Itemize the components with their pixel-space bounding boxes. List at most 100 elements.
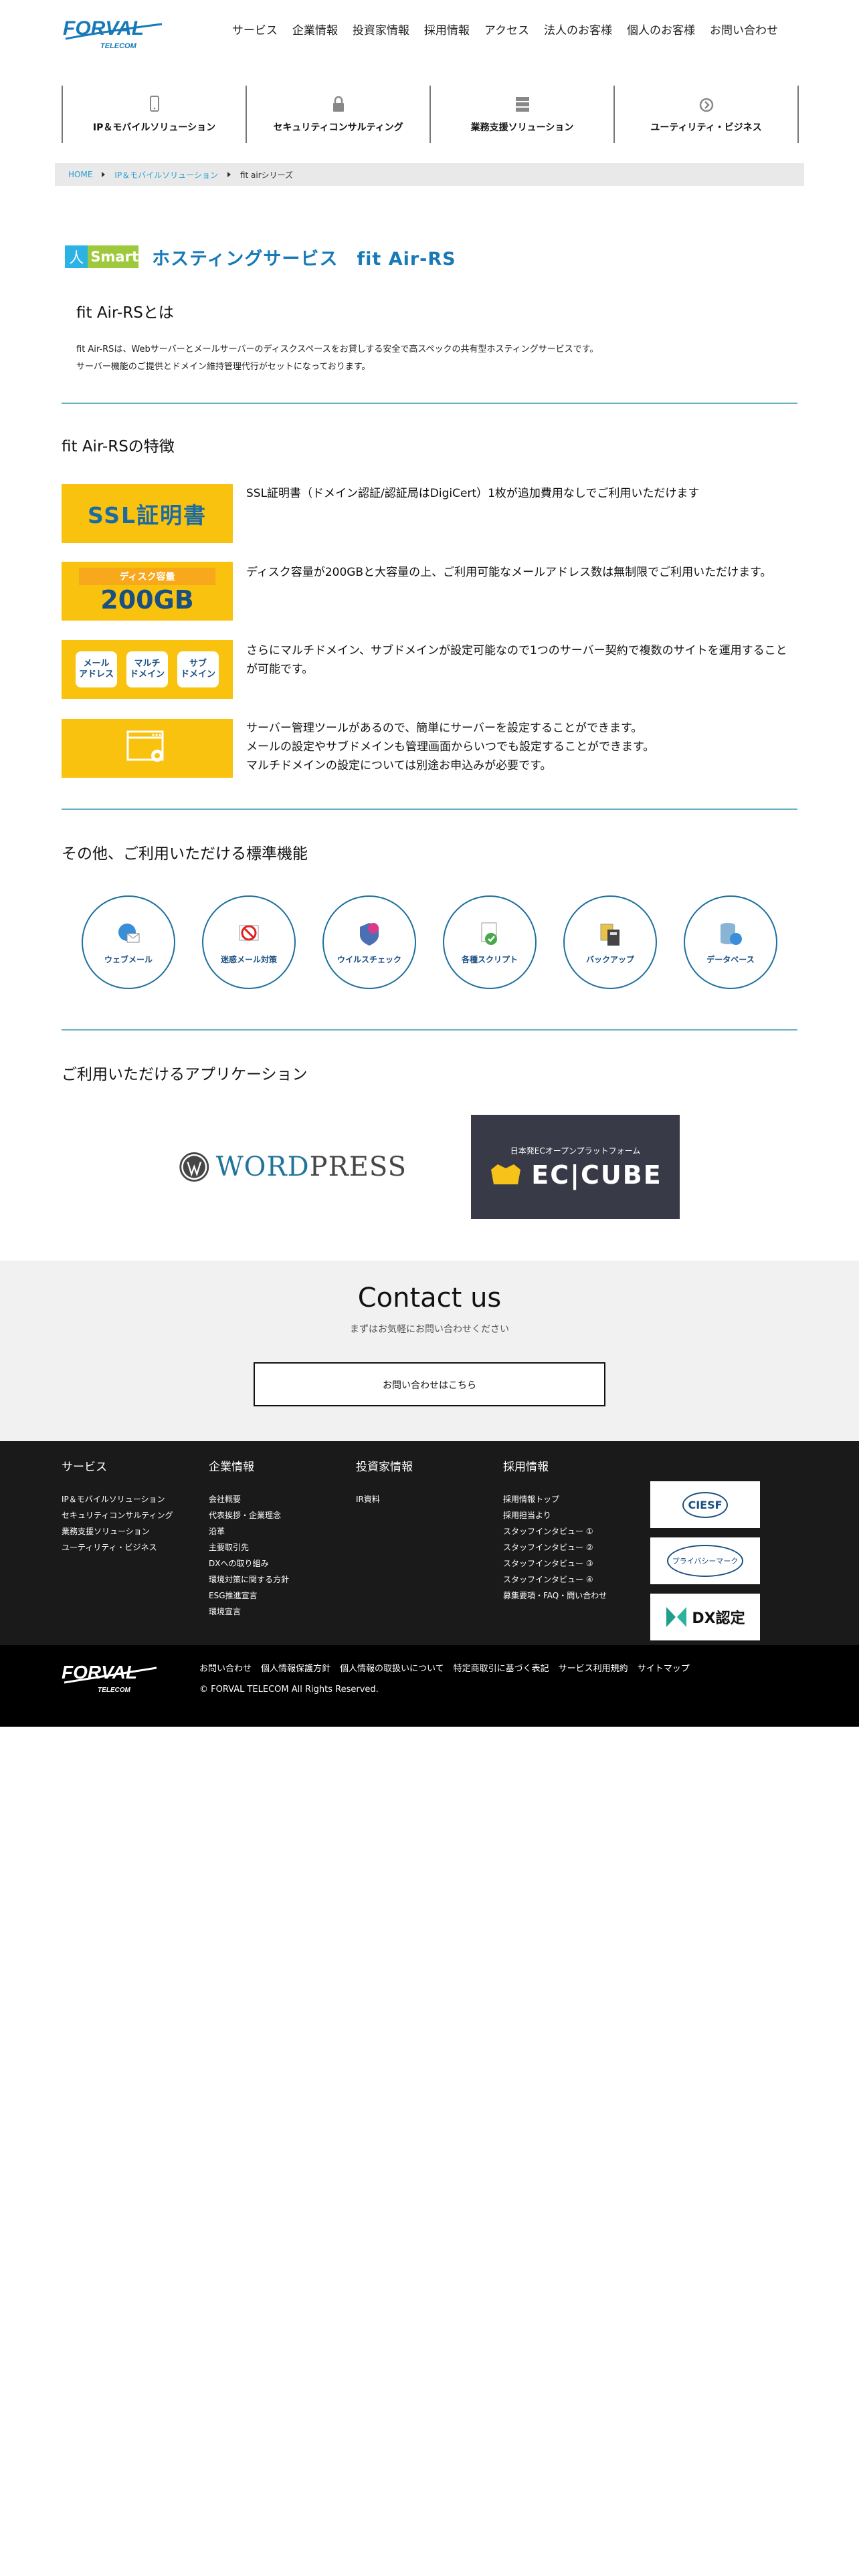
category-utility[interactable]: ユーティリティ・ビジネス — [613, 86, 799, 143]
footer-col-title: サービス — [62, 1461, 107, 1474]
footer-link[interactable]: DXへの取り組み — [209, 1555, 356, 1572]
function-label: ウェブメール — [104, 954, 153, 964]
footer-col-ir: 投資家情報 IR資料 — [356, 1457, 503, 1640]
footer-link[interactable]: セキュリティコンサルティング — [62, 1507, 209, 1523]
nav-company[interactable]: 企業情報 — [285, 23, 345, 39]
disk-label: ディスク容量 — [79, 568, 215, 585]
feature-line: サーバー管理ツールがあるので、簡単にサーバーを設定することができます。 — [246, 722, 643, 735]
bottom-link[interactable]: サービス利用規約 — [559, 1661, 628, 1674]
nav-contact[interactable]: お問い合わせ — [702, 23, 785, 39]
breadcrumb-parent[interactable]: IP＆モバイルソリューション — [114, 169, 218, 181]
eccube-crown-icon — [491, 1164, 521, 1184]
smart-badge-label: Smart — [88, 245, 138, 268]
footer-link[interactable]: 代表挨拶・企業理念 — [209, 1507, 356, 1523]
pill-mail-address: メール アドレス — [76, 651, 117, 687]
feature-line: さらにマルチドメイン、サブドメインが設定可能なので1つのサーバー契約で複数のサイ… — [246, 644, 787, 676]
badge-label: DX認定 — [692, 1610, 745, 1627]
footer-link[interactable]: 環境対策に関する方針 — [209, 1572, 356, 1588]
browser-gear-icon — [126, 730, 164, 762]
contact-section: Contact us まずはお気軽にお問い合わせください お問い合わせはこちら — [0, 1261, 859, 1441]
footer-link[interactable]: スタッフインタビュー ② — [503, 1539, 650, 1555]
category-business-support[interactable]: 業務支援ソリューション — [430, 86, 615, 143]
page-title: ホスティングサービス fit Air-RS — [152, 248, 456, 270]
footer-link[interactable]: 採用情報トップ — [503, 1491, 650, 1507]
footer-col-company: 企業情報 会社概要 代表挨拶・企業理念 沿革 主要取引先 DXへの取り組み 環境… — [209, 1457, 356, 1640]
footer-link[interactable]: スタッフインタビュー ④ — [503, 1572, 650, 1588]
intro-heading: fit Air-RSとは — [76, 304, 174, 322]
utility-icon — [699, 98, 713, 112]
footer-link[interactable]: ユーティリティ・ビジネス — [62, 1539, 209, 1555]
database-icon — [721, 922, 742, 945]
footer-link[interactable]: 業務支援ソリューション — [62, 1523, 209, 1539]
eccube-name: EC|CUBE — [531, 1160, 662, 1190]
forval-logo[interactable]: FORVAL TELECOM — [62, 12, 169, 52]
footer-link[interactable]: IR資料 — [356, 1491, 503, 1507]
nav-service[interactable]: サービス — [225, 23, 285, 39]
feature-ssl: SSL証明書 SSL証明書（ドメイン認証/認証局はDigiCert）1枚が追加費… — [62, 484, 797, 543]
ssl-image-text: SSL証明書 — [87, 502, 207, 528]
footer-col-service: サービス IP＆モバイルソリューション セキュリティコンサルティング 業務支援ソ… — [62, 1457, 209, 1640]
site-footer: サービス IP＆モバイルソリューション セキュリティコンサルティング 業務支援ソ… — [0, 1441, 859, 1645]
wordpress-logo: WORDPRESS — [179, 1115, 407, 1219]
bottom-link[interactable]: お問い合わせ — [199, 1661, 252, 1674]
page-title-row: 人 Smart ホスティングサービス fit Air-RS — [58, 243, 801, 270]
nav-business[interactable]: 法人のお客様 — [537, 23, 619, 39]
footer-link[interactable]: スタッフインタビュー ① — [503, 1523, 650, 1539]
feature-line: ディスク容量が200GBと大容量の上、ご利用可能なメールアドレス数は無制限でご利… — [246, 566, 772, 579]
footer-link[interactable]: スタッフインタビュー ③ — [503, 1555, 650, 1572]
backup-icon — [600, 924, 619, 946]
nav-recruit[interactable]: 採用情報 — [417, 23, 477, 39]
bottom-link[interactable]: 個人情報保護方針 — [261, 1661, 330, 1674]
section-divider — [62, 809, 797, 810]
footer-col-title: 採用情報 — [503, 1461, 549, 1474]
apps-list: WORDPRESS 日本発ECオープンプラットフォーム EC|CUBE — [62, 1115, 797, 1219]
standard-heading: その他、ご利用いただける標準機能 — [62, 845, 308, 863]
function-label: バックアップ — [585, 954, 634, 964]
feature-disk: ディスク容量 200GB ディスク容量が200GBと大容量の上、ご利用可能なメー… — [62, 562, 797, 621]
category-security[interactable]: セキュリティコンサルティング — [246, 86, 431, 143]
bottom-link[interactable]: 個人情報の取扱いについて — [340, 1661, 444, 1674]
feature-text: ディスク容量が200GBと大容量の上、ご利用可能なメールアドレス数は無制限でご利… — [246, 562, 771, 621]
dx-certified-badge[interactable]: DX認定 — [650, 1594, 760, 1640]
breadcrumb: HOME IP＆モバイルソリューション fit airシリーズ — [55, 163, 804, 186]
ciesf-badge[interactable]: CIESF — [650, 1481, 760, 1528]
footer-bottom: FORVAL TELECOM お問い合わせ 個人情報保護方針 個人情報の取扱いに… — [0, 1645, 859, 1727]
intro-line: fit Air-RSは、Webサーバーとメールサーバーのディスクスペースをお貸し… — [76, 344, 599, 354]
footer-link[interactable]: 環境宣言 — [209, 1604, 356, 1620]
footer-link[interactable]: 沿革 — [209, 1523, 356, 1539]
ssl-certificate-image: SSL証明書 — [62, 484, 233, 543]
server-icon — [515, 97, 529, 112]
nav-access[interactable]: アクセス — [477, 23, 537, 39]
footer-link[interactable]: IP＆モバイルソリューション — [62, 1491, 209, 1507]
contact-button[interactable]: お問い合わせはこちら — [254, 1362, 605, 1406]
footer-logo[interactable]: FORVAL TELECOM — [62, 1658, 162, 1699]
apps-heading: ご利用いただけるアプリケーション — [62, 1066, 308, 1083]
category-bar: IP＆モバイルソリューション セキュリティコンサルティング 業務支援ソリューショ… — [62, 86, 799, 143]
function-spam: 迷惑メール対策 — [202, 895, 296, 989]
contact-subtext: まずはお気軽にお問い合わせください — [350, 1324, 509, 1335]
standard-functions: ウェブメール 迷惑メール対策 ウイルスチェック 各種スクリプト バックアップ デ… — [62, 895, 797, 989]
breadcrumb-home[interactable]: HOME — [68, 170, 92, 179]
footer-link[interactable]: 会社概要 — [209, 1491, 356, 1507]
intro-line: サーバー機能のご提供とドメイン維持管理代行がセットになっております。 — [76, 362, 371, 372]
admin-tool-image — [62, 719, 233, 778]
footer-link[interactable]: ESG推進宣言 — [209, 1588, 356, 1604]
footer-link[interactable]: 採用担当より — [503, 1507, 650, 1523]
spam-filter-icon — [239, 925, 259, 940]
nav-ir[interactable]: 投資家情報 — [345, 23, 417, 39]
category-ip-mobile[interactable]: IP＆モバイルソリューション — [62, 86, 247, 143]
footer-link[interactable]: 募集要項・FAQ・問い合わせ — [503, 1588, 650, 1604]
function-scripts: 各種スクリプト — [443, 895, 537, 989]
footer-col-title: 企業情報 — [209, 1461, 254, 1474]
badge-label: プライバシーマーク — [666, 1545, 744, 1577]
footer-link[interactable]: 主要取引先 — [209, 1539, 356, 1555]
privacy-mark-badge[interactable]: プライバシーマーク — [650, 1537, 760, 1584]
bottom-link[interactable]: サイトマップ — [638, 1661, 690, 1674]
nav-personal[interactable]: 個人のお客様 — [619, 23, 702, 39]
global-nav: サービス 企業情報 投資家情報 採用情報 アクセス 法人のお客様 個人のお客様 … — [225, 23, 785, 39]
chevron-right-icon — [102, 172, 106, 177]
wordpress-name-a: WORD — [215, 1152, 310, 1182]
eccube-logo: 日本発ECオープンプラットフォーム EC|CUBE — [471, 1115, 680, 1219]
bottom-link[interactable]: 特定商取引に基づく表記 — [454, 1661, 549, 1674]
footer-col-recruit: 採用情報 採用情報トップ 採用担当より スタッフインタビュー ① スタッフインタ… — [503, 1457, 650, 1640]
